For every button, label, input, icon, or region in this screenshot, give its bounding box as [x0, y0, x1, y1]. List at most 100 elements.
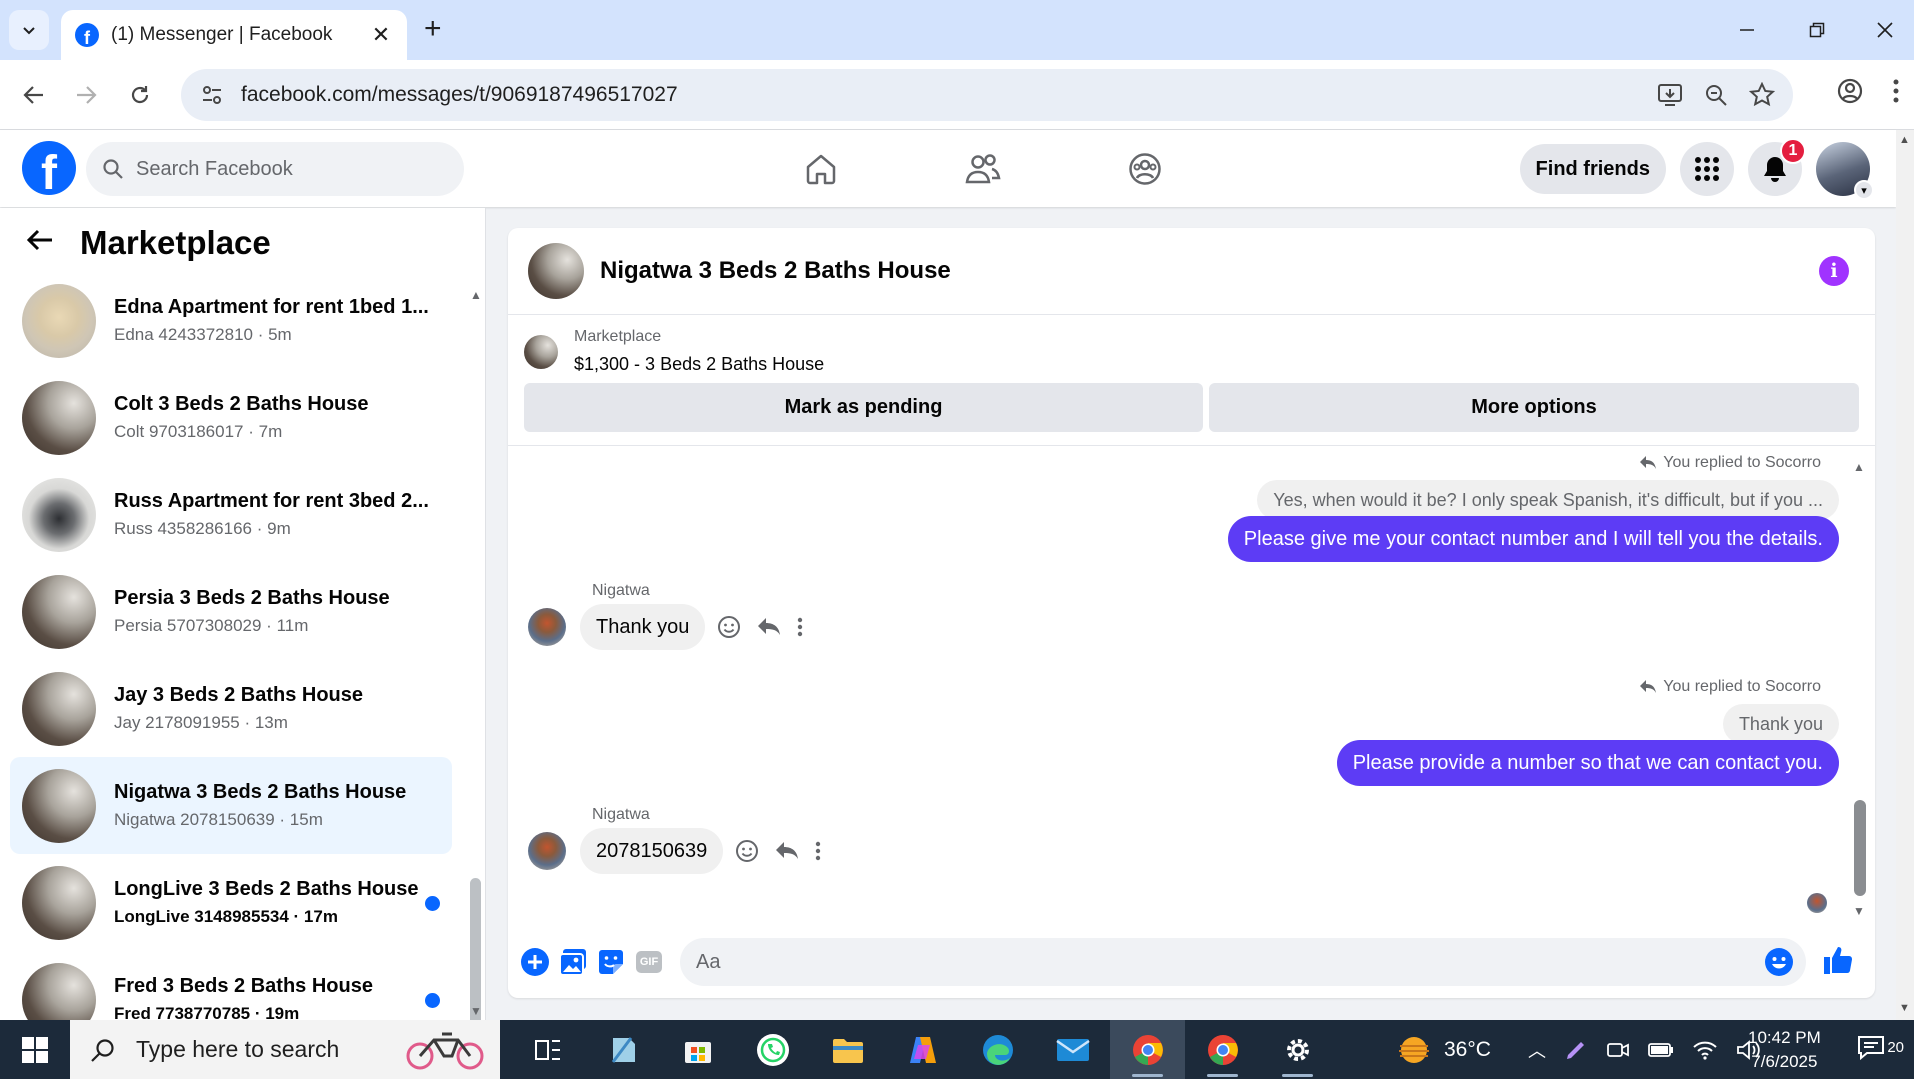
react-emoji-icon[interactable]: [717, 615, 741, 639]
weather-sun-icon: [1399, 1036, 1429, 1063]
mark-as-pending-button[interactable]: Mark as pending: [524, 383, 1203, 432]
system-clock[interactable]: 10:42 PM 7/6/2025: [1748, 1026, 1821, 1074]
info-icon[interactable]: i: [1819, 256, 1849, 286]
reload-button[interactable]: [120, 75, 160, 115]
browser-tab-active[interactable]: f (1) Messenger | Facebook ✕: [61, 10, 407, 60]
seen-receipt-avatar: [1807, 893, 1827, 913]
new-tab-button[interactable]: +: [424, 14, 442, 44]
nav-friends[interactable]: [902, 142, 1064, 196]
pen-icon[interactable]: [1564, 1038, 1588, 1062]
conversation-item[interactable]: Persia 3 Beds 2 Baths House Persia 570730…: [10, 563, 452, 660]
conversation-scrollbar[interactable]: ▲ ▼: [470, 288, 482, 1028]
profile-icon[interactable]: [1836, 77, 1864, 105]
reply-icon[interactable]: [775, 840, 799, 862]
nav-home[interactable]: [740, 142, 902, 196]
scrollbar-thumb[interactable]: [1854, 800, 1866, 896]
start-button[interactable]: [0, 1020, 70, 1079]
taskbar-search-placeholder: Type here to search: [136, 1036, 340, 1062]
chat-avatar[interactable]: [528, 243, 584, 299]
emoji-icon[interactable]: [1764, 947, 1794, 977]
attach-photo-button[interactable]: [554, 943, 592, 981]
battery-icon[interactable]: [1648, 1041, 1674, 1059]
taskbar-app-notes[interactable]: [585, 1020, 660, 1079]
wifi-icon[interactable]: [1692, 1039, 1718, 1061]
taskbar-app-edge[interactable]: [960, 1020, 1035, 1079]
quoted-message[interactable]: Yes, when would it be? I only speak Span…: [1257, 480, 1839, 520]
chat-header: Nigatwa 3 Beds 2 Baths House i: [508, 228, 1875, 315]
task-view-button[interactable]: [510, 1020, 585, 1079]
taskbar-search-input[interactable]: Type here to search: [70, 1020, 500, 1079]
zoom-icon[interactable]: [1703, 82, 1729, 108]
message-input[interactable]: Aa: [680, 938, 1806, 986]
close-tab-icon[interactable]: ✕: [369, 22, 393, 48]
weather-widget[interactable]: 36°C: [1396, 1020, 1491, 1079]
url-text[interactable]: facebook.com/messages/t/9069187496517027: [241, 83, 1657, 107]
menu-button[interactable]: [1680, 142, 1734, 196]
chrome-icon: [1132, 1034, 1163, 1065]
chat-title[interactable]: Nigatwa 3 Beds 2 Baths House: [600, 257, 951, 285]
camera-icon[interactable]: [1606, 1039, 1630, 1061]
chat-scrollbar[interactable]: ▲ ▼: [1853, 460, 1867, 920]
taskbar-app-mail[interactable]: [1035, 1020, 1110, 1079]
back-button[interactable]: [14, 75, 54, 115]
like-button[interactable]: [1822, 944, 1854, 981]
windows-taskbar: Type here to search 36°C ︿ 10:42 PM 7/6/…: [0, 1020, 1914, 1079]
taskbar-app-whatsapp[interactable]: [735, 1020, 810, 1079]
close-window-button[interactable]: [1860, 8, 1910, 52]
taskbar-app-file-explorer[interactable]: [810, 1020, 885, 1079]
gif-button[interactable]: GIF: [630, 943, 668, 981]
more-options-button[interactable]: More options: [1209, 383, 1859, 432]
find-friends-button[interactable]: Find friends: [1519, 144, 1666, 194]
taskbar-app-store[interactable]: [660, 1020, 735, 1079]
quoted-message[interactable]: Thank you: [1722, 704, 1839, 744]
address-bar[interactable]: facebook.com/messages/t/9069187496517027: [181, 69, 1793, 121]
conversation-item[interactable]: Jay 3 Beds 2 Baths House Jay 2178091955 ·…: [10, 660, 452, 757]
conversation-item[interactable]: Nigatwa 3 Beds 2 Baths House Nigatwa 2078…: [10, 757, 452, 854]
reply-icon[interactable]: [757, 616, 781, 638]
kebab-menu-icon[interactable]: [1892, 78, 1900, 104]
conversation-item[interactable]: Russ Apartment for rent 3bed 2... Russ 43…: [10, 466, 452, 563]
taskbar-app-chrome-active[interactable]: [1110, 1020, 1185, 1079]
conversation-item[interactable]: Colt 3 Beds 2 Baths House Colt 9703186017…: [10, 369, 452, 466]
back-arrow-icon[interactable]: [26, 226, 54, 260]
taskbar-app-chrome-profile[interactable]: [1185, 1020, 1260, 1079]
restore-button[interactable]: [1792, 8, 1842, 52]
scroll-up-icon[interactable]: ▲: [470, 288, 482, 302]
sender-avatar[interactable]: [528, 832, 566, 870]
sticker-button[interactable]: [592, 943, 630, 981]
scroll-up-icon[interactable]: ▲: [1899, 134, 1910, 146]
scroll-down-icon[interactable]: ▼: [470, 1004, 482, 1018]
listing-summary[interactable]: Marketplace $1,300 - 3 Beds 2 Baths Hous…: [524, 328, 824, 375]
notification-center-button[interactable]: 20: [1857, 1034, 1904, 1060]
site-settings-icon[interactable]: [197, 80, 227, 110]
notifications-button[interactable]: 1: [1748, 138, 1806, 196]
scroll-down-icon[interactable]: ▼: [1899, 1002, 1910, 1014]
outgoing-message[interactable]: Please give me your contact number and I…: [1227, 516, 1839, 562]
sender-avatar[interactable]: [528, 608, 566, 646]
facebook-search-input[interactable]: Search Facebook: [86, 142, 464, 196]
react-emoji-icon[interactable]: [735, 839, 759, 863]
minimize-button[interactable]: [1722, 8, 1772, 52]
facebook-logo-icon[interactable]: f: [22, 141, 76, 195]
more-vertical-icon[interactable]: [815, 841, 821, 861]
conversation-item[interactable]: LongLive 3 Beds 2 Baths House LongLive 31…: [10, 854, 452, 951]
tab-search-button[interactable]: [9, 10, 49, 50]
taskbar-app-copilot[interactable]: [885, 1020, 960, 1079]
install-app-icon[interactable]: [1657, 82, 1683, 108]
more-actions-button[interactable]: [516, 943, 554, 981]
nav-groups[interactable]: [1064, 142, 1226, 196]
incoming-message[interactable]: Thank you: [580, 604, 706, 650]
bookmark-star-icon[interactable]: [1749, 82, 1775, 108]
incoming-message[interactable]: 2078150639: [580, 828, 724, 874]
conversation-item[interactable]: Edna Apartment for rent 1bed 1... Edna 42…: [10, 272, 452, 369]
scroll-up-icon[interactable]: ▲: [1853, 460, 1865, 474]
taskbar-app-settings[interactable]: [1260, 1020, 1335, 1079]
outgoing-message[interactable]: Please provide a number so that we can c…: [1336, 740, 1839, 786]
account-avatar[interactable]: ▾: [1816, 142, 1874, 200]
forward-button[interactable]: [66, 75, 106, 115]
more-vertical-icon[interactable]: [797, 617, 803, 637]
page-scrollbar[interactable]: ▲ ▼: [1896, 130, 1914, 1020]
chevron-up-icon[interactable]: ︿: [1528, 1037, 1546, 1063]
bicycle-icon: [406, 1032, 484, 1070]
scroll-down-icon[interactable]: ▼: [1853, 904, 1865, 918]
